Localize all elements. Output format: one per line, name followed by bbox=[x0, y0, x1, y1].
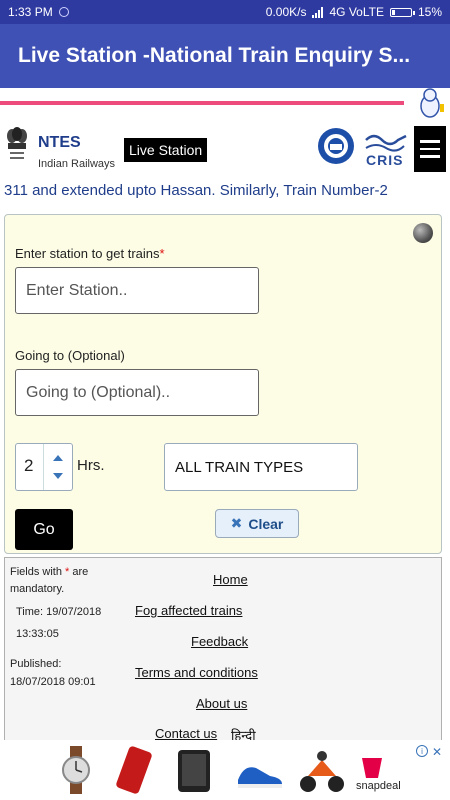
brand-title: NTES bbox=[38, 134, 81, 151]
going-placeholder: Going to (Optional).. bbox=[26, 383, 171, 401]
status-bar: 1:33 PM 0.00K/s 4G VoLTE 15% bbox=[0, 0, 450, 24]
indian-railways-logo-icon bbox=[318, 128, 354, 164]
signal-icon bbox=[312, 6, 324, 18]
going-to-input[interactable]: Going to (Optional).. bbox=[15, 369, 259, 416]
hours-value: 2 bbox=[24, 456, 34, 475]
news-ticker: 311 and extended upto Hassan. Similarly,… bbox=[4, 182, 388, 199]
network-speed: 0.00K/s bbox=[265, 5, 307, 19]
mandatory-note-a: Fields with bbox=[10, 566, 62, 578]
clear-button[interactable]: ✖ Clear bbox=[215, 509, 299, 538]
hamburger-line bbox=[420, 155, 440, 158]
station-label: Enter station to get trains* bbox=[15, 246, 165, 261]
clear-label: Clear bbox=[248, 515, 284, 532]
hamburger-icon bbox=[420, 140, 440, 143]
watch-ad-icon[interactable] bbox=[50, 746, 102, 794]
phone-case-ad-icon[interactable] bbox=[108, 746, 160, 794]
progress-line bbox=[0, 101, 404, 105]
ad-brand: snapdeal bbox=[356, 780, 401, 792]
station-placeholder: Enter Station.. bbox=[26, 281, 128, 299]
snapdeal-logo-icon bbox=[362, 758, 382, 778]
phone-ad-icon[interactable] bbox=[168, 746, 220, 794]
mandatory-note: Fields with * are mandatory. bbox=[10, 564, 120, 598]
info-icon[interactable] bbox=[413, 223, 433, 243]
status-time: 1:33 PM bbox=[8, 5, 53, 19]
scooter-ad-icon[interactable] bbox=[296, 746, 348, 794]
link-feedback[interactable]: Feedback bbox=[191, 634, 248, 649]
notification-icon bbox=[58, 7, 69, 17]
train-type-value: ALL TRAIN TYPES bbox=[175, 458, 304, 476]
mandatory-mark: * bbox=[65, 566, 70, 578]
stepper-up-icon[interactable] bbox=[53, 455, 63, 461]
cris-label: CRIS bbox=[366, 152, 404, 168]
battery-level: 15% bbox=[417, 5, 442, 19]
hours-stepper[interactable]: 2 bbox=[15, 443, 73, 491]
link-fog-affected-trains[interactable]: Fog affected trains bbox=[135, 603, 242, 618]
menu-button[interactable] bbox=[414, 126, 446, 172]
going-label: Going to (Optional) bbox=[15, 348, 125, 363]
page-title: Live Station bbox=[124, 138, 208, 162]
clear-icon: ✖ bbox=[230, 515, 243, 531]
stepper-arrows[interactable] bbox=[43, 444, 73, 490]
hamburger-line bbox=[420, 147, 440, 151]
required-mark: * bbox=[159, 246, 165, 261]
battery-icon bbox=[389, 7, 415, 17]
search-form: Enter station to get trains* Enter Stati… bbox=[4, 214, 442, 554]
ad-banner[interactable]: snapdeal i ✕ bbox=[0, 740, 450, 800]
published-label: Published: bbox=[10, 658, 62, 670]
time-value: 13:33:05 bbox=[16, 628, 59, 640]
brand-subtitle: Indian Railways bbox=[38, 158, 116, 170]
link-home[interactable]: Home bbox=[213, 572, 248, 587]
national-emblem-icon bbox=[7, 127, 27, 159]
footer-panel: Fields with * are mandatory. Time: 19/07… bbox=[4, 557, 442, 747]
site-header: NTES Indian Railways Live Station CRIS bbox=[0, 122, 450, 178]
mascot-icon bbox=[420, 88, 444, 118]
app-bar: Live Station -National Train Enquiry S..… bbox=[0, 24, 450, 88]
app-title: Live Station -National Train Enquiry S..… bbox=[18, 44, 411, 67]
go-button[interactable]: Go bbox=[15, 509, 73, 550]
hours-unit-label: Hrs. bbox=[77, 457, 105, 474]
train-type-select[interactable]: ALL TRAIN TYPES bbox=[164, 443, 358, 491]
stepper-down-icon[interactable] bbox=[53, 473, 63, 479]
shoes-ad-icon[interactable] bbox=[234, 746, 286, 794]
link-terms[interactable]: Terms and conditions bbox=[135, 665, 258, 680]
ad-close-icon[interactable]: ✕ bbox=[432, 745, 442, 759]
link-contact-us[interactable]: Contact us bbox=[155, 726, 217, 741]
time-label: Time: 19/07/2018 bbox=[16, 606, 102, 618]
station-label-text: Enter station to get trains bbox=[15, 246, 160, 261]
published-value: 18/07/2018 09:01 bbox=[10, 676, 96, 688]
ad-info-icon[interactable]: i bbox=[416, 745, 428, 757]
network-type: 4G VoLTE bbox=[329, 5, 384, 19]
station-input[interactable]: Enter Station.. bbox=[15, 267, 259, 314]
link-about-us[interactable]: About us bbox=[196, 696, 247, 711]
